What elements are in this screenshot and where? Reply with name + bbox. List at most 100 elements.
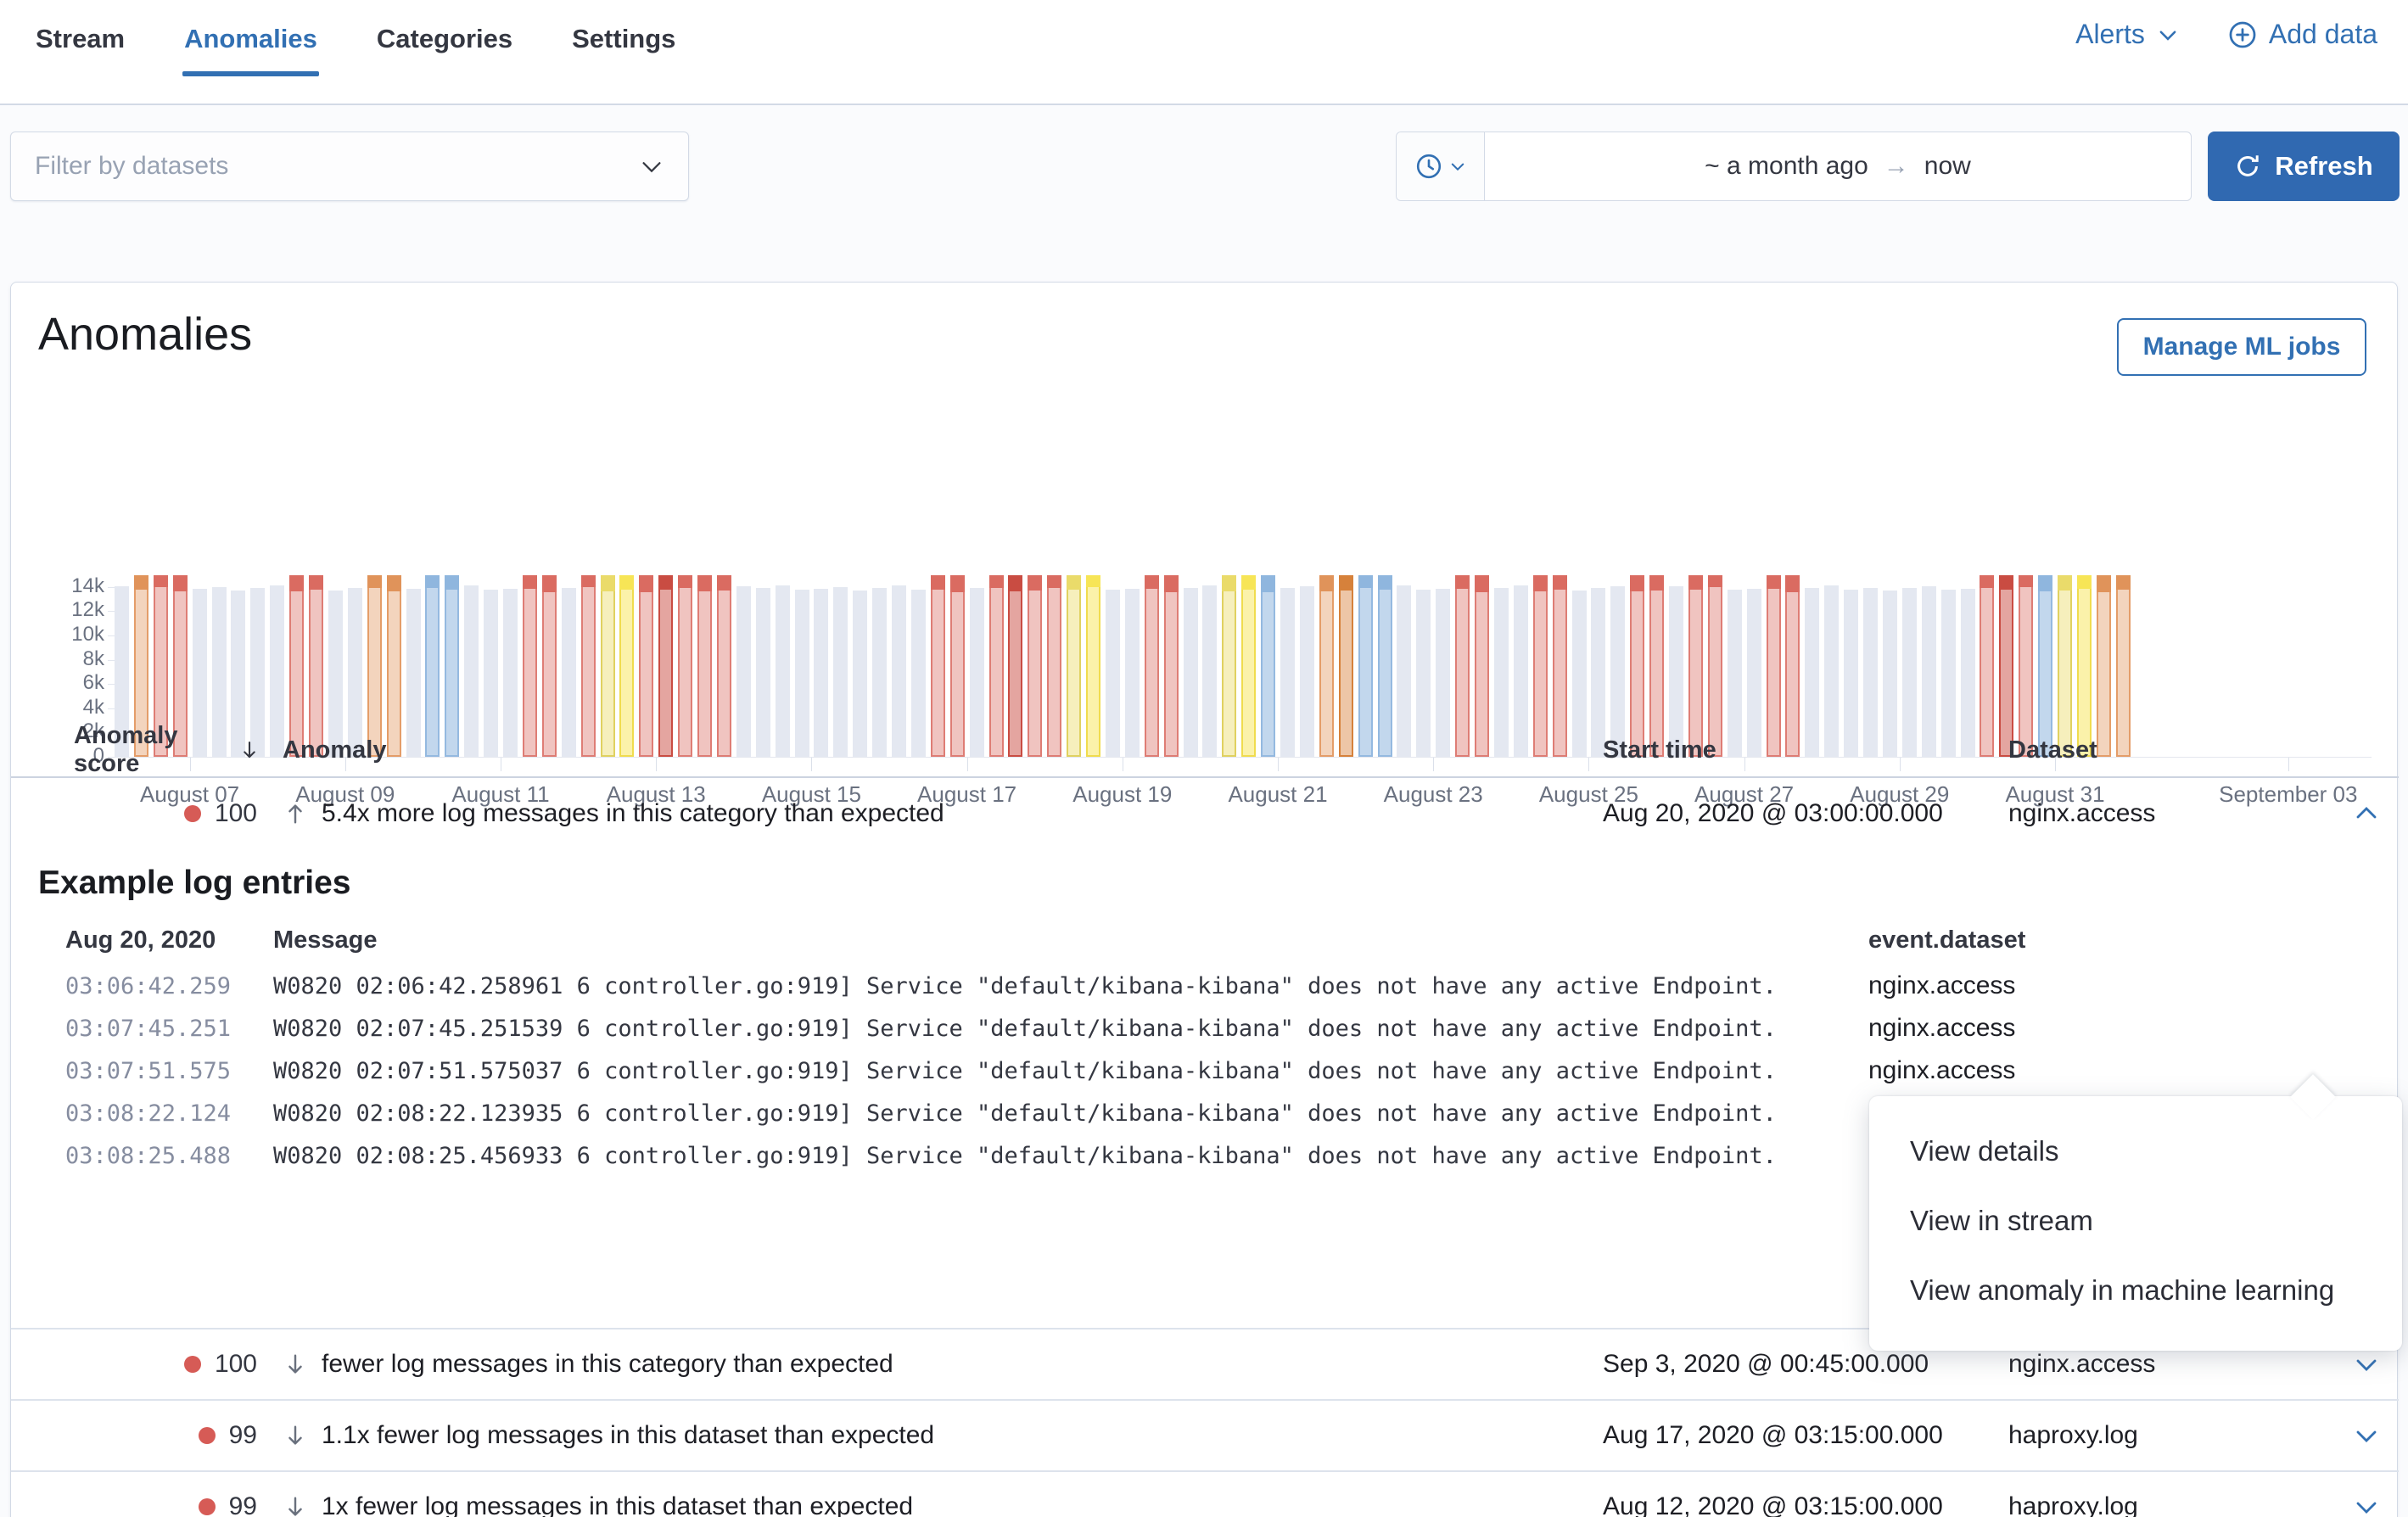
anomalies-histogram: 02k4k6k8k10k12k14kAugust 07August 09Augu… [11,425,2399,680]
chart-bar-severity-cap [1047,575,1061,588]
log-entry-context-menu: View detailsView in streamView anomaly i… [1869,1096,2402,1351]
chart-bar-severity-cap [1649,575,1664,591]
top-navigation: Stream Anomalies Categories Settings Ale… [0,0,2408,105]
y-axis-label: 4k [40,696,104,719]
chart-bar-severity-cap [367,575,382,588]
time-range-display[interactable]: ~ a month ago → now [1485,132,2191,200]
chart-bar-severity-cap [1533,575,1548,591]
expand-row-button[interactable] [2353,1351,2380,1378]
plus-circle-icon [2228,20,2257,49]
y-axis-label: 8k [40,647,104,671]
anomaly-score-value: 99 [229,1492,257,1517]
log-entry-time: 03:08:22.124 [65,1100,256,1127]
dataset-filter-select[interactable]: Filter by datasets [10,132,689,201]
chart-bar-severity-cap [134,575,148,590]
dataset-cell: haproxy.log [2008,1492,2331,1517]
time-range-picker: ~ a month ago → now [1396,132,2192,201]
chart-bar-severity-cap [523,575,537,589]
tab-anomalies[interactable]: Anomalies [182,12,319,76]
refresh-button[interactable]: Refresh [2208,132,2400,201]
chart-bar-severity-cap [2116,575,2131,590]
anomaly-description-cell: 1.1x fewer log messages in this dataset … [283,1421,1581,1450]
anomaly-description-cell: 1x fewer log messages in this dataset th… [283,1492,1581,1517]
y-axis-label: 12k [40,598,104,622]
chart-bar-severity-cap [387,575,401,591]
anomaly-score-value: 100 [215,1350,257,1379]
chevron-down-icon [2157,24,2179,46]
column-header-start-time: Start time [1603,736,1986,764]
anomaly-description-cell: fewer log messages in this category than… [283,1350,1581,1379]
arrow-down-icon [283,1352,308,1377]
example-log-entries-title: Example log entries [38,865,350,902]
chart-bar-severity-cap [309,575,323,590]
chart-bar-severity-cap [619,575,634,590]
menu-item-view-in-stream[interactable]: View in stream [1869,1186,2402,1256]
chart-bar-severity-cap [1785,575,1800,592]
refresh-icon [2234,153,2261,180]
log-entry-dataset: nginx.access [1868,971,2399,1000]
chart-bar-severity-cap [289,575,304,591]
sort-desc-icon [238,739,260,761]
chart-bar-severity-cap [1028,575,1042,591]
arrow-down-icon [283,1494,308,1517]
chart-bar-severity-cap [989,575,1004,588]
expand-row-button[interactable] [2353,1422,2380,1449]
tab-stream[interactable]: Stream [34,12,126,76]
start-time-cell: Aug 20, 2020 @ 03:00:00.000 [1603,799,1986,828]
chart-bar-severity-cap [601,575,615,591]
chart-bar-severity-cap [1475,575,1489,592]
chart-bar-severity-cap [1767,575,1781,589]
dataset-cell: nginx.access [2008,1350,2331,1379]
chart-bar-severity-cap [1999,575,2013,590]
column-header-dataset: Dataset [2008,736,2331,764]
chart-bar-severity-cap [425,575,440,588]
alerts-label: Alerts [2075,19,2145,50]
severity-dot [184,805,201,822]
anomaly-table-row: 991.1x fewer log messages in this datase… [11,1401,2399,1472]
severity-dot [199,1498,216,1515]
arrow-down-icon [283,1423,308,1448]
dataset-filter-placeholder: Filter by datasets [35,152,639,181]
chart-bar-severity-cap [154,575,168,587]
log-entry-message: W0820 02:08:25.456933 6 controller.go:91… [273,1143,1851,1169]
chart-bar-severity-cap [173,575,188,591]
chart-bar-severity-cap [2077,575,2092,589]
collapse-row-button[interactable] [2353,800,2380,827]
log-entry-time: 03:07:45.251 [65,1016,256,1042]
chart-bar-severity-cap [1553,575,1567,590]
chart-bar-severity-cap [542,575,557,592]
chart-bar-severity-cap [445,575,459,590]
tab-settings[interactable]: Settings [570,12,677,76]
anomalies-table-header: Anomaly score Anomaly Start time Dataset [11,722,2399,778]
log-entry-dataset: nginx.access [1868,1014,2399,1043]
alerts-dropdown[interactable]: Alerts [2075,19,2179,50]
menu-item-view-details[interactable]: View details [1869,1117,2402,1186]
anomaly-score-cell: 100 [48,1350,260,1379]
chart-bar-severity-cap [697,575,712,591]
add-data-button[interactable]: Add data [2228,19,2377,50]
menu-item-view-anomaly-in-ml[interactable]: View anomaly in machine learning [1869,1256,2402,1325]
chart-bar-severity-cap [1358,575,1373,588]
manage-ml-jobs-button[interactable]: Manage ML jobs [2117,318,2366,376]
time-quick-select-button[interactable] [1397,132,1485,200]
log-entry-time: 03:06:42.259 [65,973,256,999]
column-header-anomaly-score[interactable]: Anomaly score [48,722,260,778]
chart-bar-severity-cap [1164,575,1179,592]
log-entry-time: 03:07:51.575 [65,1058,256,1084]
anomaly-description: 1.1x fewer log messages in this dataset … [322,1421,934,1450]
column-header-anomaly: Anomaly [283,736,1581,764]
chart-bar-severity-cap [931,575,945,590]
log-entry-row: 03:07:51.575W0820 02:07:51.575037 6 cont… [11,1050,2399,1092]
expand-row-button[interactable] [2353,1493,2380,1517]
tab-categories[interactable]: Categories [375,12,514,76]
arrow-up-icon [283,801,308,826]
log-entry-message: W0820 02:07:45.251539 6 controller.go:91… [273,1016,1851,1042]
log-entry-message: W0820 02:08:22.123935 6 controller.go:91… [273,1100,1851,1127]
nav-tabs: Stream Anomalies Categories Settings [34,12,677,76]
chart-bar-severity-cap [1630,575,1644,591]
log-message-header: Message [273,926,1851,954]
anomaly-table-row: 1005.4x more log messages in this catego… [11,778,2399,849]
chart-bar-severity-cap [639,575,653,592]
log-entries-header: Aug 20, 2020 Message event.dataset [11,919,2399,961]
severity-dot [199,1427,216,1444]
